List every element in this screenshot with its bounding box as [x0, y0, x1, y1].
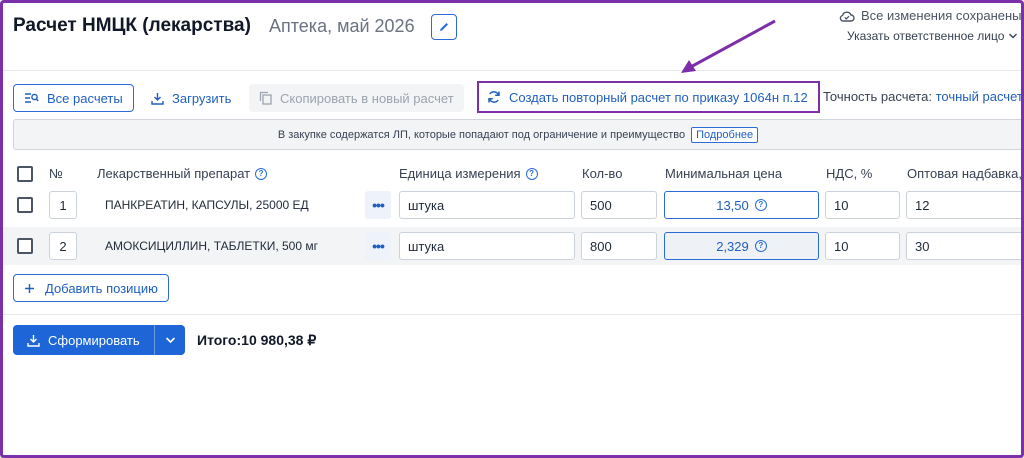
- drug-name[interactable]: ПАНКРЕАТИН, КАПСУЛЫ, 25000 ЕД: [97, 191, 309, 219]
- generate-split-button: Сформировать: [13, 325, 185, 355]
- column-number-label: №: [49, 166, 63, 181]
- row-number: 2: [49, 232, 77, 260]
- vat-field[interactable]: 10: [825, 232, 900, 260]
- quantity-field[interactable]: 800: [581, 232, 657, 260]
- select-all-checkbox[interactable]: [17, 166, 33, 182]
- footer-divider: [3, 314, 1021, 315]
- responsible-dropdown[interactable]: Указать ответственное лицо: [847, 29, 1018, 43]
- min-price-field[interactable]: 13,50 ?: [664, 191, 819, 219]
- header-divider: [3, 70, 1021, 71]
- download-icon: [151, 92, 164, 105]
- total-value: 10 980,38 ₽: [241, 332, 317, 348]
- min-price-value: 2,329: [716, 238, 749, 254]
- pencil-icon: [440, 23, 448, 31]
- column-markup-label: Оптовая надбавка,: [907, 166, 1022, 181]
- row-checkbox[interactable]: [17, 238, 33, 254]
- chevron-down-icon: [165, 337, 175, 344]
- column-unit: Единица измерения ?: [399, 166, 538, 181]
- page-subtitle: Аптека, май 2026: [269, 16, 415, 36]
- more-info-button[interactable]: Подробнее: [691, 126, 759, 143]
- help-icon[interactable]: ?: [754, 240, 767, 252]
- help-icon[interactable]: ?: [255, 167, 268, 180]
- min-price-value: 13,50: [716, 197, 749, 213]
- more-options-icon[interactable]: •••: [365, 191, 391, 219]
- column-min-price: Минимальная цена: [665, 166, 782, 181]
- responsible-label: Указать ответственное лицо: [847, 29, 1005, 43]
- unit-field[interactable]: штука: [399, 191, 575, 219]
- plus-icon: [25, 283, 34, 293]
- accuracy-value-link[interactable]: точный расчет: [936, 89, 1021, 104]
- column-drug: Лекарственный препарат ?: [97, 166, 268, 181]
- upload-button[interactable]: Загрузить: [151, 84, 231, 112]
- all-calculations-button[interactable]: Все расчеты: [13, 84, 134, 112]
- column-quantity-label: Кол-во: [582, 166, 623, 181]
- copy-icon: [259, 91, 272, 105]
- accuracy-setting: Точность расчета: точный расчет: [823, 89, 1021, 104]
- markup-field[interactable]: 30: [906, 232, 1021, 260]
- list-search-icon: [25, 93, 39, 103]
- column-min-price-label: Минимальная цена: [665, 166, 783, 181]
- row-number: 1: [49, 191, 77, 219]
- edit-title-button[interactable]: [431, 14, 457, 40]
- refresh-icon: [488, 91, 500, 103]
- save-status: Все изменения сохранены: [839, 8, 1022, 23]
- column-markup: Оптовая надбавка,: [907, 166, 1022, 181]
- accuracy-label: Точность расчета:: [823, 89, 932, 104]
- restriction-notice-text: В закупке содержатся ЛП, которые попадаю…: [277, 128, 686, 141]
- quantity-field[interactable]: 500: [581, 191, 657, 219]
- add-position-button[interactable]: Добавить позицию: [13, 274, 169, 302]
- add-position-label: Добавить позицию: [45, 280, 158, 296]
- copy-to-new-button[interactable]: Скопировать в новый расчет: [249, 84, 464, 112]
- page-title: Расчет НМЦК (лекарства): [13, 15, 251, 36]
- more-options-icon[interactable]: •••: [365, 232, 391, 260]
- min-price-field[interactable]: 2,329 ?: [664, 232, 819, 260]
- all-calculations-label: Все расчеты: [47, 90, 123, 106]
- repeat-calculation-label: Создать повторный расчет по приказу 1064…: [509, 89, 808, 105]
- column-number: №: [49, 166, 63, 181]
- column-vat-label: НДС, %: [826, 166, 873, 181]
- unit-field[interactable]: штука: [399, 232, 575, 260]
- annotation-arrow: [681, 19, 776, 73]
- cloud-check-icon: [839, 11, 855, 22]
- copy-to-new-label: Скопировать в новый расчет: [280, 90, 454, 106]
- generate-dropdown-toggle[interactable]: [155, 325, 185, 355]
- total-amount: Итого:10 980,38 ₽: [197, 332, 316, 349]
- vat-field[interactable]: 10: [825, 191, 900, 219]
- download-icon: [27, 334, 40, 347]
- column-unit-label: Единица измерения: [399, 166, 521, 181]
- upload-label: Загрузить: [172, 90, 232, 106]
- help-icon[interactable]: ?: [525, 167, 538, 180]
- column-vat: НДС, %: [826, 166, 872, 181]
- total-label: Итого:: [197, 332, 242, 348]
- markup-field[interactable]: 12: [906, 191, 1021, 219]
- repeat-calculation-button[interactable]: Создать повторный расчет по приказу 1064…: [477, 81, 820, 113]
- row-checkbox[interactable]: [17, 197, 33, 213]
- save-status-text: Все изменения сохранены: [861, 8, 1022, 23]
- help-icon[interactable]: ?: [754, 199, 767, 211]
- chevron-down-icon: [1009, 33, 1018, 39]
- column-drug-label: Лекарственный препарат: [97, 166, 251, 181]
- app-window: Расчет НМЦК (лекарства) Аптека, май 2026…: [0, 0, 1024, 458]
- generate-label: Сформировать: [48, 332, 140, 348]
- column-quantity: Кол-во: [582, 166, 622, 181]
- generate-button[interactable]: Сформировать: [13, 325, 155, 355]
- drug-name[interactable]: АМОКСИЦИЛЛИН, ТАБЛЕТКИ, 500 мг: [97, 232, 318, 260]
- restriction-notice: В закупке содержатся ЛП, которые попадаю…: [13, 119, 1021, 150]
